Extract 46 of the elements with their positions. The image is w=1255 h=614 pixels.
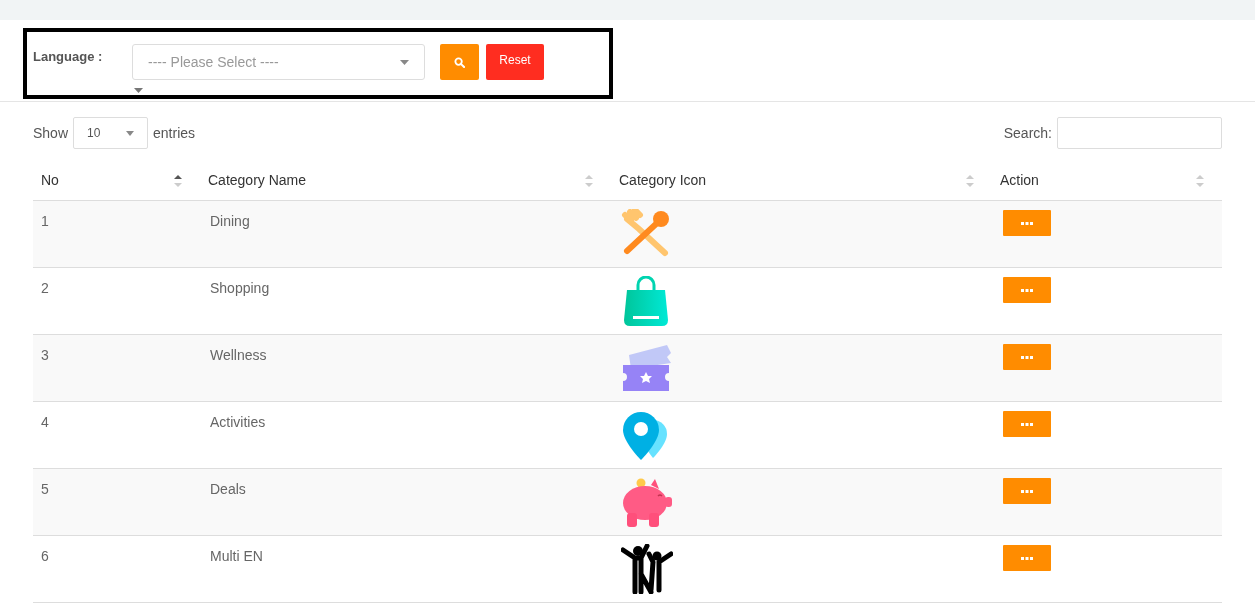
table-cell: Activities [210,414,266,430]
more-icon [1021,288,1033,292]
more-button[interactable] [1003,478,1051,504]
table-cell: 5 [41,481,49,497]
table-cell: Dining [210,213,250,229]
entries-select[interactable]: 10 [73,117,149,149]
column-header[interactable]: Category Icon [611,161,992,200]
dancing-people-icon [621,544,673,594]
caret-icon [126,130,135,136]
table-cell: 4 [41,414,49,430]
more-button[interactable] [1003,210,1051,236]
table-cell: Shopping [210,280,270,296]
tickets-icon [621,343,671,393]
search-button[interactable] [440,44,479,80]
table-cell: Multi EN [210,548,263,564]
piggy-bank-icon [621,477,673,529]
fork-spoon-icon [621,209,671,257]
more-icon [1021,355,1033,359]
table-cell: 1 [41,213,49,229]
language-label: Language : [33,48,104,66]
more-button[interactable] [1003,344,1051,370]
table-cell: Wellness [210,347,267,363]
more-icon [1021,556,1033,560]
more-button[interactable] [1003,277,1051,303]
more-icon [1021,221,1033,225]
table-cell: 3 [41,347,49,363]
more-button[interactable] [1003,545,1051,571]
table-cell: 2 [41,280,49,296]
column-header[interactable]: Category Name [200,161,611,200]
table-cell: 6 [41,548,49,564]
column-header[interactable]: No [33,161,200,200]
search-label: Search: [1003,123,1052,143]
column-header[interactable]: Action [992,161,1222,200]
more-icon [1021,489,1033,493]
reset-button[interactable]: Reset [486,44,544,80]
caret-icon [134,88,143,93]
show-label: Show [33,123,69,143]
table-cell: Deals [210,481,246,497]
shopping-bag-icon [621,276,671,326]
more-icon [1021,422,1033,426]
entries-label: entries [153,123,196,143]
sort-icon[interactable] [174,173,182,188]
search-field[interactable] [1057,117,1222,149]
more-button[interactable] [1003,411,1051,437]
search-icon [454,56,465,68]
caret-icon [400,59,409,65]
